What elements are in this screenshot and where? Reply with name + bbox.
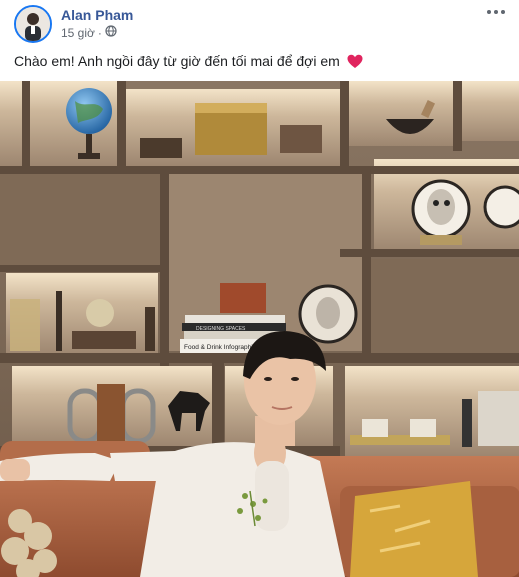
globe-icon[interactable] bbox=[105, 25, 117, 40]
post-photo[interactable]: DESIGNING SPACES Food & Drink Infographi… bbox=[0, 81, 519, 577]
post-meta: 15 giờ · bbox=[61, 25, 117, 40]
post-text: Chào em! Anh ngồi đây từ giờ đến tối mai… bbox=[14, 53, 363, 72]
post-message: Chào em! Anh ngồi đây từ giờ đến tối mai… bbox=[14, 53, 340, 69]
author-avatar[interactable] bbox=[14, 5, 52, 43]
post-timestamp[interactable]: 15 giờ bbox=[61, 26, 95, 40]
author-name[interactable]: Alan Pham bbox=[61, 7, 133, 23]
more-options-icon[interactable] bbox=[485, 4, 507, 20]
photo-illustration: DESIGNING SPACES Food & Drink Infographi… bbox=[0, 81, 519, 577]
red-heart-icon bbox=[347, 54, 363, 72]
facebook-post: Alan Pham 15 giờ · Chào em! Anh ngồi đây… bbox=[0, 0, 519, 577]
post-header: Alan Pham 15 giờ · bbox=[0, 0, 519, 46]
book-spine: Food & Drink Infographics bbox=[184, 344, 260, 351]
